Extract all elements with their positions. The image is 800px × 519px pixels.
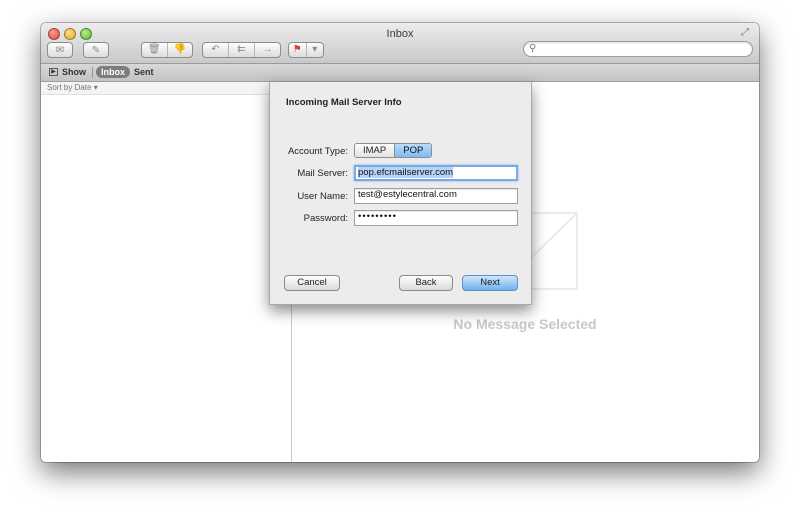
account-type-imap[interactable]: IMAP [355,144,396,157]
favorites-divider [92,67,93,78]
title-bar: Inbox ⤢ ✉ ✎ 🗑 👎 ↶ ⇇ → ⚑ ▾ ⚲ [41,23,759,64]
forward-icon[interactable]: → [255,43,280,57]
account-type-segmented-control: IMAP POP [354,143,433,158]
show-mailboxes-button[interactable]: Show [62,67,86,77]
mail-server-label: Mail Server: [297,168,348,179]
cancel-button[interactable]: Cancel [284,275,340,291]
chevron-down-icon[interactable]: ▾ [307,43,324,57]
fullscreen-icon[interactable]: ⤢ [741,27,753,39]
incoming-mail-server-sheet: Incoming Mail Server Info Account Type: … [269,82,532,305]
reply-segment: ↶ ⇇ → [202,42,281,58]
favorites-bar: ▶ Show Inbox Sent [41,64,759,82]
message-list[interactable]: Sort by Date ▾ [41,82,292,462]
reply-icon[interactable]: ↶ [203,43,229,57]
back-button[interactable]: Back [399,275,453,291]
mail-server-field[interactable]: pop.efcmailserver.com [354,165,518,181]
user-name-label: User Name: [297,191,348,202]
trash-icon[interactable]: 🗑 [142,43,168,57]
compose-button[interactable]: ✎ [83,42,109,58]
search-input[interactable]: ⚲ [523,41,753,57]
flag-segment: ⚑ ▾ [288,42,324,58]
show-mailboxes-icon[interactable]: ▶ [49,68,58,76]
envelope-icon: ✉ [55,44,65,56]
get-mail-button[interactable]: ✉ [47,42,73,58]
window-title: Inbox [386,28,414,40]
password-label: Password: [303,213,348,224]
password-field[interactable]: ••••••••• [354,210,518,226]
sheet-title: Incoming Mail Server Info [286,97,402,108]
account-type-label: Account Type: [287,146,348,157]
sort-by-date-button[interactable]: Sort by Date ▾ [41,82,291,95]
search-icon: ⚲ [529,43,537,54]
no-message-selected-label: No Message Selected [453,316,597,332]
flag-icon[interactable]: ⚑ [289,43,307,57]
account-type-pop[interactable]: POP [395,144,432,157]
favorite-sent[interactable]: Sent [134,67,154,77]
next-button[interactable]: Next [462,275,518,291]
delete-junk-segment: 🗑 👎 [141,42,193,58]
mail-server-value: pop.efcmailserver.com [358,167,454,178]
reply-all-icon[interactable]: ⇇ [229,43,255,57]
user-name-field[interactable]: test@estylecentral.com [354,188,518,204]
compose-icon: ✎ [91,44,101,56]
junk-icon[interactable]: 👎 [168,43,193,57]
favorite-inbox[interactable]: Inbox [96,66,130,78]
